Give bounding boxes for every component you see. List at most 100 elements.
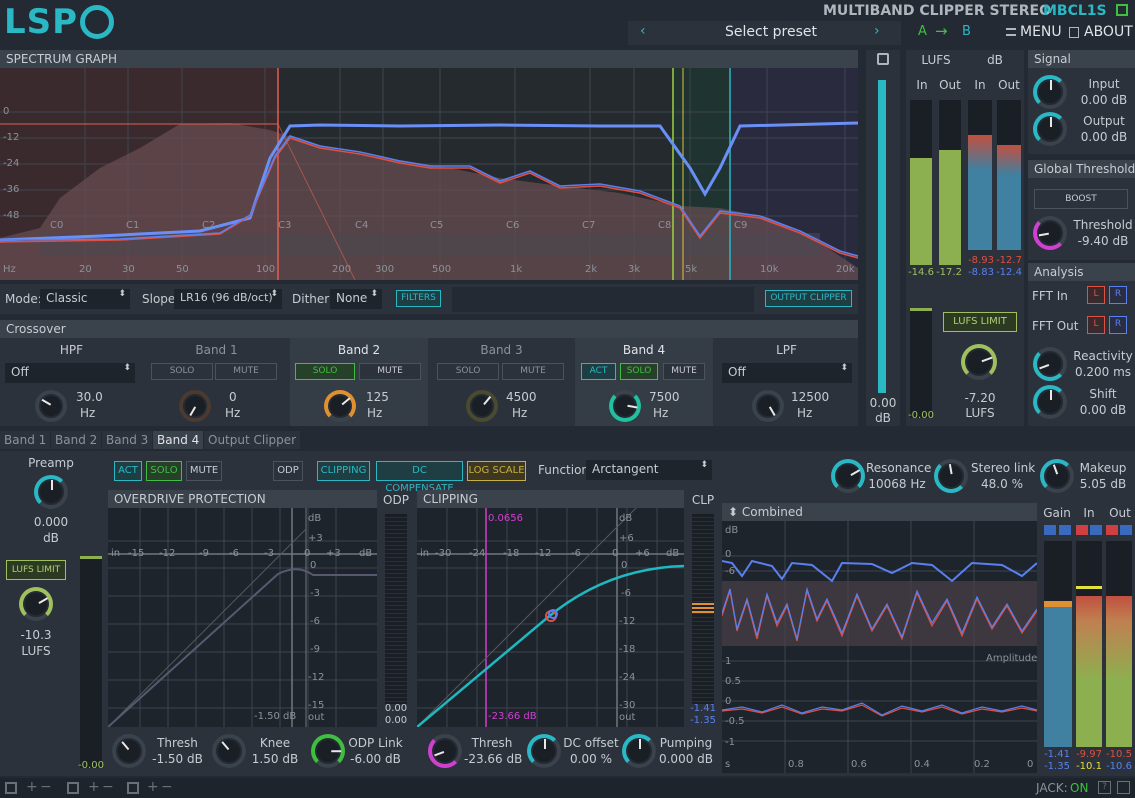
odp-thresh-value: -1.50 dB	[152, 752, 203, 766]
output-clipper-button[interactable]: OUTPUT CLIPPER	[765, 290, 852, 307]
about-button[interactable]: ABOUT	[1084, 24, 1133, 40]
band2-knob[interactable]	[324, 390, 356, 422]
band4-act-button[interactable]: ACT	[581, 363, 616, 380]
band-mute-button[interactable]: MUTE	[186, 461, 222, 481]
fft-in-l-button[interactable]: L	[1087, 286, 1105, 304]
preamp-knob[interactable]	[34, 475, 68, 509]
lufs-limit-knob[interactable]	[961, 344, 997, 380]
scale-down-icon[interactable]: −	[161, 779, 173, 795]
slope-select[interactable]: LR16 (96 dB/oct) ⬍	[174, 289, 282, 309]
tab-output-clipper[interactable]: Output Clipper	[204, 431, 301, 449]
tab-band-1[interactable]: Band 1	[0, 431, 51, 449]
threshold-label: Threshold	[1073, 218, 1133, 232]
stereo-link-knob[interactable]	[934, 459, 968, 493]
band1-knob[interactable]	[179, 390, 211, 422]
ab-b-button[interactable]: B	[962, 24, 971, 39]
menu-icon[interactable]	[1006, 28, 1016, 36]
band2-mute-button[interactable]: MUTE	[359, 363, 421, 380]
odp-knee-knob[interactable]	[212, 734, 246, 768]
band2-value: 125	[366, 390, 389, 404]
odp-graph[interactable]: in dB -15 -12 -9 -6 -3 0 +3 dB +3 0 -3 -…	[108, 508, 377, 727]
log-scale-button[interactable]: LOG SCALE	[467, 461, 526, 481]
band3-mute-button[interactable]: MUTE	[502, 363, 564, 380]
band3-solo-button[interactable]: SOLO	[437, 363, 499, 380]
tab-band-2[interactable]: Band 2	[51, 431, 102, 449]
makeup-knob[interactable]	[1040, 459, 1074, 493]
window-icon[interactable]	[67, 782, 79, 794]
lpf-knob[interactable]	[752, 390, 784, 422]
band-solo-button[interactable]: SOLO	[146, 461, 182, 481]
dc-compensate-button[interactable]: DC COMPENSATE	[376, 461, 463, 494]
hpf-knob[interactable]	[35, 390, 67, 422]
input-knob[interactable]	[1033, 75, 1067, 109]
band4-knob[interactable]	[609, 390, 641, 422]
fft-out-l-button[interactable]: L	[1087, 316, 1105, 334]
band-lufs-knob[interactable]	[19, 587, 53, 621]
band1-solo-button[interactable]: SOLO	[151, 363, 213, 380]
tab-band-3[interactable]: Band 3	[102, 431, 153, 449]
ab-arrow-icon[interactable]: →	[935, 22, 948, 40]
spectrum-header: SPECTRUM GRAPH	[0, 50, 858, 68]
odp-thresh-knob[interactable]	[112, 734, 146, 768]
mode-select[interactable]: Classic ⬍	[40, 289, 130, 309]
function-select[interactable]: Arctangent ⬍	[586, 460, 712, 480]
db-out-value-b: -12.4	[996, 267, 1022, 278]
band4-unit: Hz	[653, 406, 669, 420]
output-knob[interactable]	[1033, 112, 1067, 146]
resonance-knob[interactable]	[831, 459, 865, 493]
tab-band-4[interactable]: Band 4	[153, 431, 204, 449]
about-icon[interactable]	[1069, 27, 1079, 38]
filters-button[interactable]: FILTERS	[396, 290, 441, 307]
reactivity-knob[interactable]	[1033, 347, 1067, 381]
hpf-select[interactable]: Off ⬍	[5, 363, 135, 383]
pumping-knob[interactable]	[622, 734, 656, 768]
band4-solo-button[interactable]: SOLO	[620, 363, 658, 380]
odp-link-knob[interactable]	[311, 734, 345, 768]
band-act-button[interactable]: ACT	[114, 461, 142, 481]
menu-button[interactable]: MENU	[1020, 24, 1062, 40]
clipping-button[interactable]: CLIPPING	[317, 461, 370, 481]
zoom-in-icon[interactable]: +	[26, 779, 38, 795]
zoom-out-icon[interactable]: −	[40, 779, 52, 795]
scale-up-icon[interactable]: +	[147, 779, 159, 795]
zoom-slider[interactable]	[878, 80, 886, 393]
text-icon[interactable]	[127, 782, 139, 794]
preset-prev-icon[interactable]: ‹	[640, 23, 646, 39]
dc-offset-knob[interactable]	[527, 734, 561, 768]
band-lufs-limit-button[interactable]: LUFS LIMIT	[6, 560, 66, 580]
waveform-header[interactable]: ⬍ Combined	[722, 503, 1037, 521]
shift-knob[interactable]	[1033, 385, 1067, 419]
ab-a-button[interactable]: A	[918, 24, 927, 39]
in-meter-buttons[interactable]	[1076, 525, 1102, 535]
spectrum-graph[interactable]: 0 -12 -24 -36 -48 C0 C1 C2 C3 C4 C5 C6 C…	[0, 68, 858, 280]
band1-mute-button[interactable]: MUTE	[215, 363, 277, 380]
clip-marker-bottom: -23.66 dB	[488, 711, 537, 722]
out-meter-buttons[interactable]	[1106, 525, 1132, 535]
power-icon[interactable]	[1116, 4, 1128, 16]
clip-ytick: 0	[621, 560, 628, 571]
dither-select[interactable]: None ⬍	[330, 289, 382, 309]
fft-in-r-button[interactable]: R	[1109, 286, 1127, 304]
odp-button[interactable]: ODP	[273, 461, 303, 481]
lufs-limit-button[interactable]: LUFS LIMIT	[943, 312, 1017, 332]
lpf-select[interactable]: Off ⬍	[722, 363, 852, 383]
font-up-icon[interactable]: +	[88, 779, 100, 795]
help-icon[interactable]: ?	[1098, 781, 1111, 794]
font-down-icon[interactable]: −	[102, 779, 114, 795]
preset-next-icon[interactable]: ›	[874, 23, 880, 39]
band2-solo-button[interactable]: SOLO	[295, 363, 355, 380]
clipping-graph[interactable]: in dB -30 -24 -18 -12 -6 0 +6 dB +6 0 -6…	[417, 508, 684, 727]
fft-out-r-button[interactable]: R	[1109, 316, 1127, 334]
gain-meter-buttons[interactable]	[1044, 525, 1072, 535]
crossover-header: Crossover	[0, 320, 858, 338]
band3-knob[interactable]	[466, 390, 498, 422]
layout-icon[interactable]	[5, 782, 17, 794]
boost-button[interactable]: BOOST	[1034, 189, 1128, 209]
waveform-graph[interactable]: dB 0 -6 Amplitude 1 0.5 0 -0.5 -1 s 0.8 …	[722, 521, 1037, 773]
threshold-knob[interactable]	[1033, 216, 1067, 250]
band4-mute-button[interactable]: MUTE	[663, 363, 705, 380]
resize-icon[interactable]	[1117, 781, 1130, 794]
preset-select[interactable]: Select preset	[725, 24, 817, 40]
zoom-icon[interactable]	[877, 53, 889, 65]
clip-thresh-knob[interactable]	[428, 734, 462, 768]
